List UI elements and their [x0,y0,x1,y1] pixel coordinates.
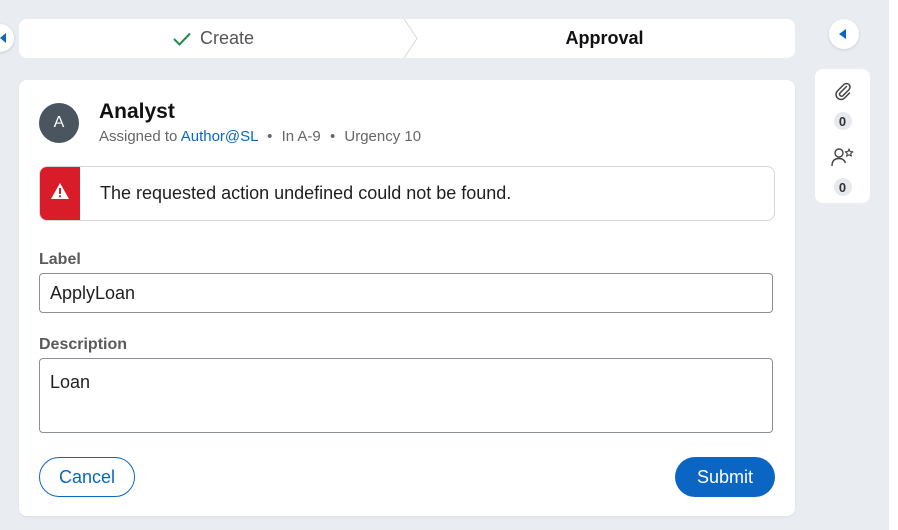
chevron-left-icon [0,33,6,43]
assignment-card: A Analyst Assigned to Author@SL • In A-9… [19,80,795,516]
attachments-count-badge: 0 [833,112,852,130]
cancel-button[interactable]: Cancel [39,457,135,497]
assignee-link[interactable]: Author@SL [181,128,258,145]
stage-create-label: Create [199,28,255,48]
avatar: A [39,103,79,143]
stage-indicator: Create Approval [19,19,795,58]
collapse-left-panel-button[interactable] [0,24,14,52]
separator-dot: • [329,128,336,145]
collapse-utility-panel-button[interactable] [829,19,859,49]
assigned-prefix: Assigned to [99,128,178,145]
separator-dot: • [267,128,273,145]
label-field-label: Label [39,251,81,268]
window-edge [889,0,898,530]
stage-create: Create [19,19,407,58]
error-alert: The requested action undefined could not… [39,166,775,221]
check-icon [172,31,192,47]
attachments-button[interactable]: 0 [815,81,870,130]
submit-button[interactable]: Submit [675,457,775,497]
error-message: The requested action undefined could not… [100,183,512,203]
label-input[interactable] [39,273,773,313]
warning-icon [50,182,70,205]
stage-approval-label: Approval [565,28,644,48]
paperclip-icon [834,81,852,106]
chevron-left-icon [839,29,846,39]
error-strip [40,167,80,220]
description-textarea[interactable]: Loan [39,358,773,433]
case-urgency: Urgency 10 [344,128,422,145]
description-field-label: Description [39,336,128,353]
user-star-icon [830,147,855,172]
utility-panel: 0 0 [815,69,870,203]
case-location: In A-9 [281,128,321,145]
assignment-meta: Assigned to Author@SL • In A-9 • Urgency… [99,128,421,145]
followers-button[interactable]: 0 [815,147,870,196]
followers-count-badge: 0 [833,178,852,196]
assignment-title: Analyst [99,100,175,123]
stage-approval: Approval [414,19,795,58]
